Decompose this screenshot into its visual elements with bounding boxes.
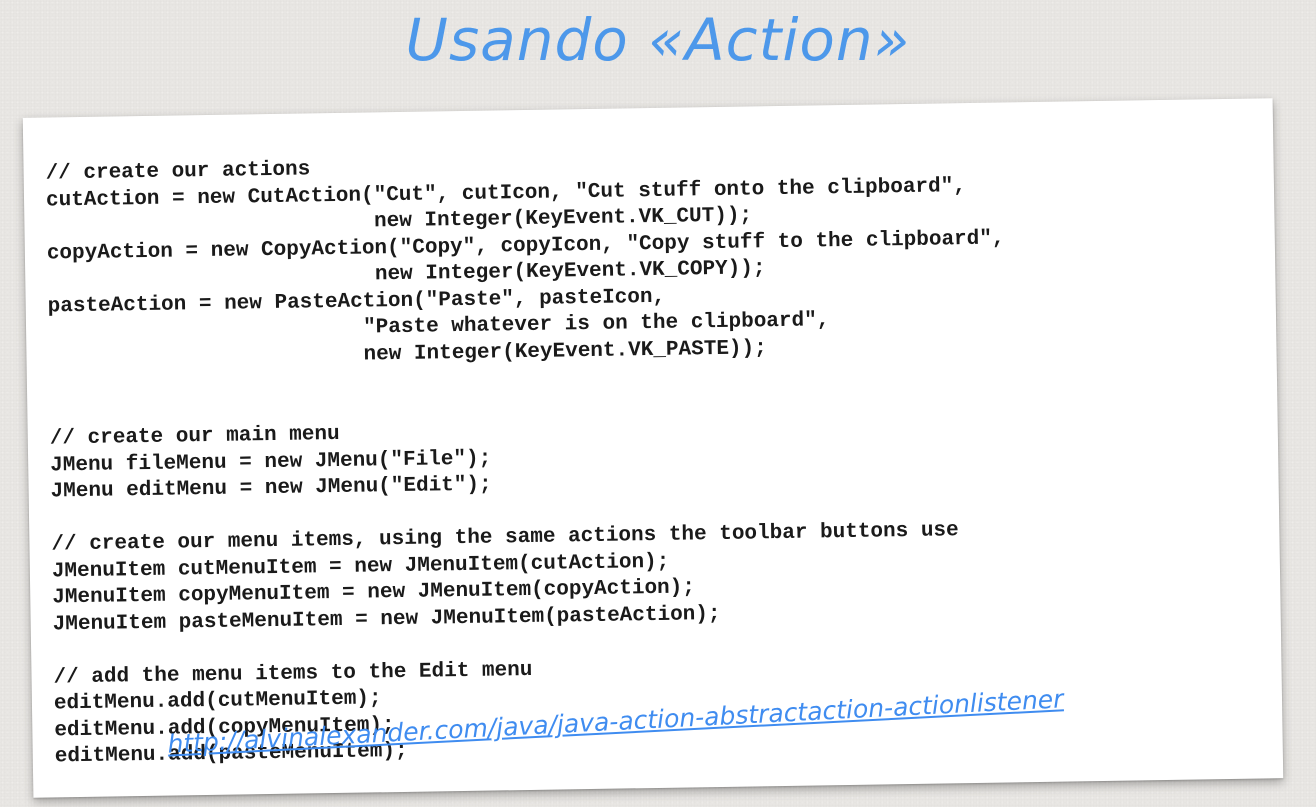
code-card: // create our actions cutAction = new Cut…	[22, 98, 1284, 798]
code-block: // create our actions cutAction = new Cut…	[45, 146, 1012, 770]
slide-subtitle: Usando «Action»	[405, 6, 911, 74]
code-card-inner: // create our actions cutAction = new Cut…	[23, 98, 1284, 798]
